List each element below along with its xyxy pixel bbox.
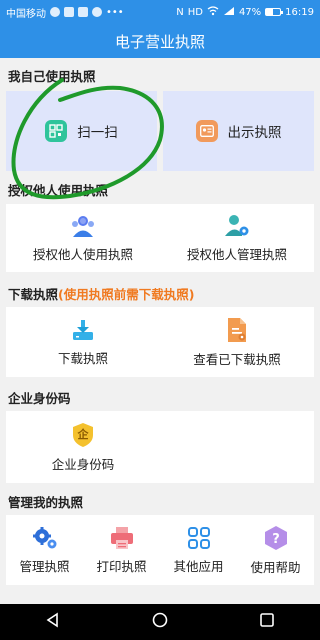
show-license-button[interactable]: 出示执照 bbox=[163, 91, 314, 171]
recent-apps-icon[interactable] bbox=[259, 612, 275, 632]
enterprise-badge-char: 企 bbox=[77, 427, 89, 441]
nfc-icon: N bbox=[176, 6, 184, 18]
print-license-label: 打印执照 bbox=[96, 558, 147, 574]
scan-icon bbox=[45, 120, 68, 142]
authorize-card: 授权他人使用执照 授权他人管理执照 bbox=[6, 204, 314, 272]
wifi-icon bbox=[207, 5, 219, 19]
authorize-use-button[interactable]: 授权他人使用执照 bbox=[6, 204, 160, 272]
carrier-label: 中国移动 bbox=[6, 8, 46, 20]
clock: 16:19 bbox=[285, 6, 314, 18]
battery-percent: 47% bbox=[238, 6, 262, 18]
download-card: 下载执照 查看已下载执照 bbox=[6, 307, 314, 377]
hd-icon: HD bbox=[187, 6, 203, 18]
manage-license-button[interactable]: 管理执照 bbox=[6, 515, 83, 585]
section-title-enterprise: 企业身份码 bbox=[8, 391, 71, 406]
section-title-authorize: 授权他人使用执照 bbox=[8, 183, 109, 198]
more-dots-icon: ••• bbox=[106, 6, 124, 18]
printer-icon bbox=[110, 526, 133, 549]
scan-label: 扫一扫 bbox=[77, 125, 118, 141]
authorize-use-label: 授权他人使用执照 bbox=[32, 246, 133, 262]
status-bar: 中国移动 ••• N HD 47% 16:19 bbox=[0, 0, 320, 24]
download-section-title: 下载执照 bbox=[8, 287, 59, 302]
apps-grid-icon bbox=[187, 526, 210, 549]
document-icon bbox=[228, 317, 246, 342]
help-icon: ? bbox=[264, 525, 287, 550]
enterprise-code-button[interactable]: 企 企业身份码 bbox=[6, 411, 160, 483]
other-apps-button[interactable]: 其他应用 bbox=[160, 515, 237, 585]
system-navigation-bar bbox=[0, 604, 320, 640]
section-title-manage: 管理我的执照 bbox=[8, 495, 84, 510]
manage-license-label: 管理执照 bbox=[19, 558, 70, 574]
users-icon bbox=[72, 215, 94, 237]
download-icon bbox=[73, 319, 93, 340]
battery-icon bbox=[265, 8, 284, 16]
gears-icon bbox=[32, 526, 56, 548]
message-icon bbox=[50, 7, 60, 17]
section-title-self: 我自己使用执照 bbox=[8, 69, 96, 84]
help-button[interactable]: ? 使用帮助 bbox=[237, 515, 314, 585]
authorize-manage-label: 授权他人管理执照 bbox=[186, 246, 287, 262]
show-license-label: 出示执照 bbox=[227, 125, 282, 141]
manage-card: 管理执照 打印执照 其他应用 ? 使用帮助 bbox=[6, 515, 314, 585]
title-bar: 电子营业执照 bbox=[0, 24, 320, 58]
other-apps-label: 其他应用 bbox=[173, 558, 224, 574]
signal-icon bbox=[223, 6, 235, 19]
home-icon[interactable] bbox=[152, 612, 168, 632]
svg-text:?: ? bbox=[272, 532, 280, 547]
app-notification-icon bbox=[92, 7, 102, 17]
authorize-manage-button[interactable]: 授权他人管理执照 bbox=[160, 204, 314, 272]
back-icon[interactable] bbox=[45, 612, 61, 632]
notification-icon bbox=[64, 7, 74, 17]
download-license-button[interactable]: 下载执照 bbox=[6, 307, 160, 377]
section-title-download: 下载执照(使用执照前需下载执照) bbox=[8, 284, 194, 303]
download-warning: (使用执照前需下载执照) bbox=[58, 287, 195, 302]
scan-button[interactable]: 扫一扫 bbox=[6, 91, 157, 171]
image-icon bbox=[78, 7, 88, 17]
print-license-button[interactable]: 打印执照 bbox=[83, 515, 160, 585]
view-downloaded-button[interactable]: 查看已下载执照 bbox=[160, 307, 314, 377]
help-label: 使用帮助 bbox=[250, 559, 301, 575]
enterprise-code-label: 企业身份码 bbox=[51, 456, 115, 472]
view-downloaded-label: 查看已下载执照 bbox=[193, 351, 281, 367]
enterprise-card: 企 企业身份码 bbox=[6, 411, 314, 483]
page-title: 电子营业执照 bbox=[114, 32, 205, 51]
license-card-icon bbox=[195, 120, 218, 142]
user-settings-icon bbox=[225, 214, 249, 236]
download-license-label: 下载执照 bbox=[57, 350, 108, 366]
enterprise-shield-icon: 企 bbox=[71, 422, 95, 448]
